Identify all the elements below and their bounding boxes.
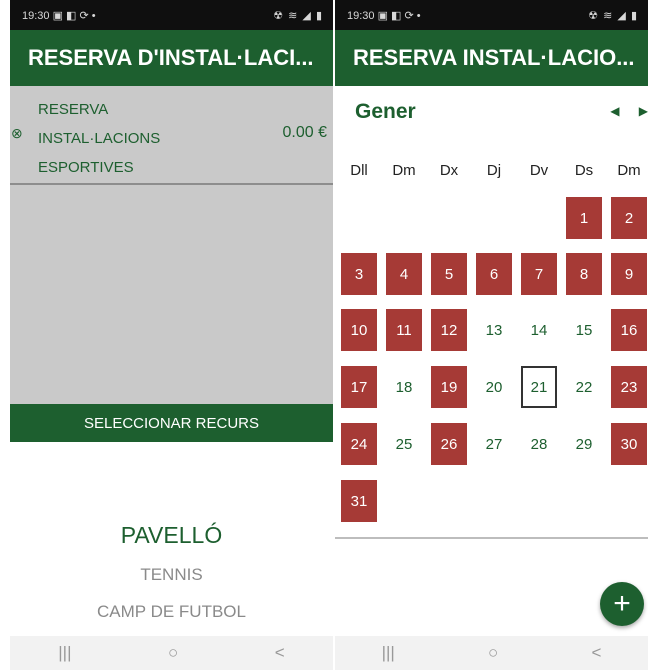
- month-navigation: ◀ ▶: [594, 104, 648, 118]
- reservation-icon: ⊗: [11, 125, 23, 141]
- status-time: 19:30 ▣ ◧ ⟳ •: [347, 9, 421, 22]
- back-icon[interactable]: <: [591, 643, 601, 663]
- calendar-day[interactable]: 28: [521, 423, 557, 465]
- status-time: 19:30 ▣ ◧ ⟳ •: [22, 9, 96, 22]
- reservation-label-line-1: RESERVA: [38, 101, 109, 118]
- calendar-day[interactable]: 6: [476, 253, 512, 295]
- calendar-day[interactable]: 31: [341, 480, 377, 522]
- calendar-day[interactable]: 21: [521, 366, 557, 408]
- calendar-day[interactable]: 26: [431, 423, 467, 465]
- calendar-day[interactable]: 7: [521, 253, 557, 295]
- calendar-day[interactable]: 2: [611, 197, 647, 239]
- status-icons: ☢ ≋ ◢ ▮: [273, 9, 323, 22]
- calendar-day[interactable]: 11: [386, 309, 422, 351]
- calendar-day[interactable]: 5: [431, 253, 467, 295]
- right-screen: 19:30 ▣ ◧ ⟳ • ☢ ≋ ◢ ▮ RESERVA INSTAL·LAC…: [335, 0, 648, 670]
- calendar-day[interactable]: 18: [386, 366, 422, 408]
- system-nav-bar: ||| ○ <: [10, 636, 333, 670]
- next-month-icon[interactable]: ▶: [639, 104, 648, 118]
- recent-apps-icon[interactable]: |||: [58, 643, 71, 663]
- resource-option-camp-futbol[interactable]: CAMP DE FUTBOL: [10, 602, 333, 622]
- calendar-day[interactable]: 25: [386, 423, 422, 465]
- calendar-day[interactable]: 4: [386, 253, 422, 295]
- calendar-day[interactable]: 19: [431, 366, 467, 408]
- weekday-header: Dll: [350, 162, 368, 179]
- reservation-panel: ⊗ RESERVA INSTAL·LACIONS ESPORTIVES 0.00…: [10, 86, 333, 404]
- reservation-label: RESERVA INSTAL·LACIONS ESPORTIVES: [38, 95, 208, 182]
- calendar-day[interactable]: 24: [341, 423, 377, 465]
- status-bar: 19:30 ▣ ◧ ⟳ • ☢ ≋ ◢ ▮: [335, 0, 648, 30]
- recent-apps-icon[interactable]: |||: [382, 643, 395, 663]
- calendar-day[interactable]: 29: [566, 423, 602, 465]
- reservation-price: 0.00 €: [282, 124, 327, 141]
- reservation-row[interactable]: ⊗ RESERVA INSTAL·LACIONS ESPORTIVES 0.00…: [10, 86, 333, 185]
- weekday-header: Dm: [617, 162, 641, 179]
- prev-month-icon[interactable]: ◀: [610, 104, 619, 118]
- resource-option-pavello[interactable]: PAVELLÓ: [10, 522, 333, 549]
- reservation-label-line-2: INSTAL·LACIONS: [38, 130, 161, 147]
- calendar-day[interactable]: 22: [566, 366, 602, 408]
- app-title: RESERVA D'INSTAL·LACI...: [10, 30, 333, 86]
- weekday-header: Ds: [574, 162, 594, 179]
- status-bar: 19:30 ▣ ◧ ⟳ • ☢ ≋ ◢ ▮: [10, 0, 333, 30]
- calendar-day[interactable]: 8: [566, 253, 602, 295]
- left-screen: 19:30 ▣ ◧ ⟳ • ☢ ≋ ◢ ▮ RESERVA D'INSTAL·L…: [10, 0, 333, 670]
- calendar-divider: [335, 537, 648, 539]
- system-nav-bar: ||| ○ <: [335, 636, 648, 670]
- calendar-day[interactable]: 17: [341, 366, 377, 408]
- status-icons: ☢ ≋ ◢ ▮: [588, 9, 638, 22]
- weekday-header: Dx: [439, 162, 459, 179]
- calendar-day[interactable]: 23: [611, 366, 647, 408]
- resource-option-tennis[interactable]: TENNIS: [10, 565, 333, 585]
- calendar-day[interactable]: 13: [476, 309, 512, 351]
- home-icon[interactable]: ○: [488, 643, 498, 663]
- app-title: RESERVA INSTAL·LACIO...: [335, 30, 648, 86]
- calendar-day[interactable]: 27: [476, 423, 512, 465]
- weekday-header: Dm: [392, 162, 416, 179]
- calendar-day[interactable]: 12: [431, 309, 467, 351]
- calendar-day[interactable]: 10: [341, 309, 377, 351]
- calendar-day[interactable]: 14: [521, 309, 557, 351]
- month-label: Gener: [355, 100, 416, 123]
- add-reservation-button[interactable]: +: [600, 582, 644, 626]
- weekday-header: Dj: [486, 162, 502, 179]
- reservation-label-line-3: ESPORTIVES: [38, 159, 134, 176]
- calendar-day[interactable]: 30: [611, 423, 647, 465]
- weekday-header: Dv: [529, 162, 549, 179]
- calendar-day[interactable]: 16: [611, 309, 647, 351]
- calendar-day[interactable]: 9: [611, 253, 647, 295]
- calendar-day[interactable]: 15: [566, 309, 602, 351]
- back-icon[interactable]: <: [275, 643, 285, 663]
- select-resource-button[interactable]: SELECCIONAR RECURS: [10, 404, 333, 442]
- calendar-day[interactable]: 1: [566, 197, 602, 239]
- calendar-day[interactable]: 3: [341, 253, 377, 295]
- calendar-day[interactable]: 20: [476, 366, 512, 408]
- home-icon[interactable]: ○: [168, 643, 178, 663]
